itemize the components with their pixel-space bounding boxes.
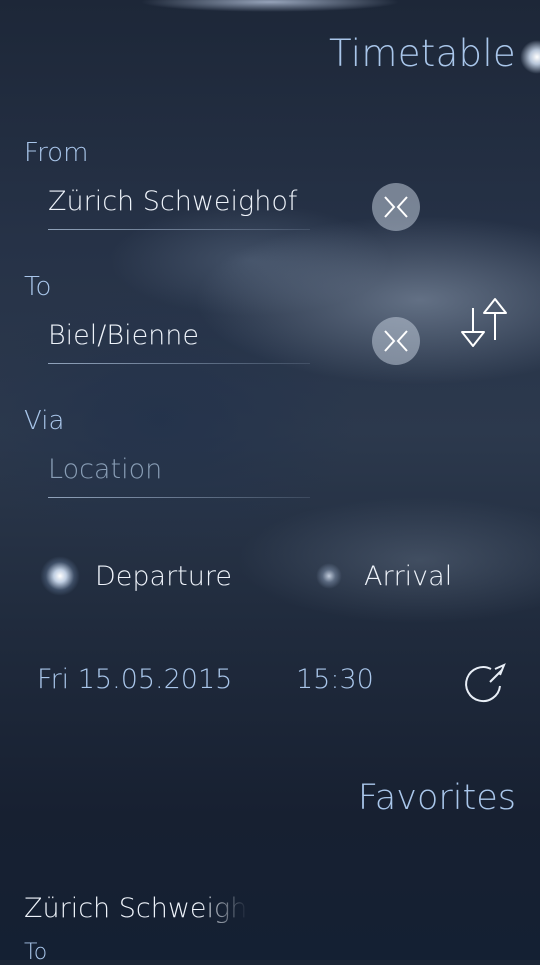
- reset-time-icon: [465, 663, 506, 702]
- top-edge-glow: [140, 0, 400, 12]
- via-input[interactable]: [48, 446, 310, 492]
- date-selector[interactable]: Fri 15.05.2015: [37, 664, 232, 695]
- from-underline: [48, 229, 310, 230]
- arrival-label: Arrival: [364, 560, 453, 592]
- page-title: Timetable: [329, 32, 516, 75]
- departure-label: Departure: [95, 560, 233, 592]
- radio-selected-indicator: [40, 556, 80, 596]
- to-input[interactable]: [48, 312, 310, 358]
- swap-button[interactable]: [458, 296, 510, 350]
- from-input[interactable]: [48, 178, 310, 224]
- via-underline: [48, 497, 310, 498]
- favorite-item-to-label: To: [24, 940, 48, 965]
- to-clear-button[interactable]: [372, 317, 420, 365]
- clear-icon: [384, 330, 408, 352]
- reset-time-button[interactable]: [460, 658, 508, 704]
- via-label: Via: [24, 406, 65, 436]
- to-underline: [48, 363, 310, 364]
- from-label: From: [24, 138, 89, 168]
- swap-icon: [461, 298, 507, 347]
- favorite-item-from[interactable]: Zürich Schweighof: [24, 893, 248, 924]
- favorites-header: Favorites: [357, 778, 516, 818]
- radio-unselected-indicator: [316, 563, 342, 589]
- to-field[interactable]: [48, 312, 310, 364]
- clear-icon: [384, 196, 408, 218]
- arrival-option[interactable]: Arrival: [316, 556, 452, 596]
- departure-option[interactable]: Departure: [40, 556, 232, 596]
- from-clear-button[interactable]: [372, 183, 420, 231]
- via-field[interactable]: [48, 446, 310, 498]
- to-label: To: [24, 272, 52, 302]
- time-selector[interactable]: 15:30: [296, 664, 374, 695]
- from-field[interactable]: [48, 178, 310, 230]
